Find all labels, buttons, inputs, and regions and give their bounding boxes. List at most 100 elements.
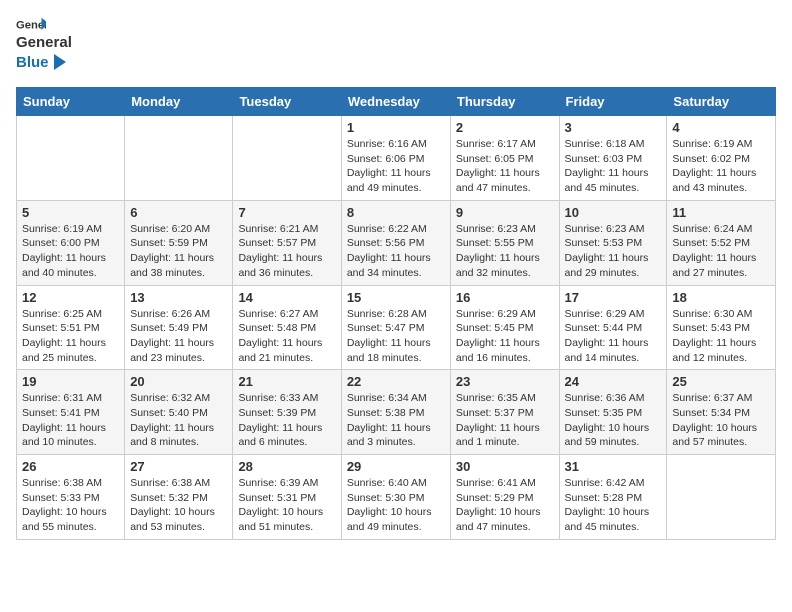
calendar-cell: 16 Sunrise: 6:29 AM Sunset: 5:45 PM Dayli… xyxy=(450,285,559,370)
calendar-cell: 19 Sunrise: 6:31 AM Sunset: 5:41 PM Dayli… xyxy=(17,370,125,455)
day-number: 5 xyxy=(22,205,119,220)
day-number: 27 xyxy=(130,459,227,474)
calendar-cell: 22 Sunrise: 6:34 AM Sunset: 5:38 PM Dayli… xyxy=(341,370,450,455)
day-number: 20 xyxy=(130,374,227,389)
day-info: Sunrise: 6:23 AM Sunset: 5:55 PM Dayligh… xyxy=(456,222,554,281)
day-info: Sunrise: 6:29 AM Sunset: 5:45 PM Dayligh… xyxy=(456,307,554,366)
weekday-header: Friday xyxy=(559,88,667,116)
day-number: 22 xyxy=(347,374,445,389)
calendar-cell: 23 Sunrise: 6:35 AM Sunset: 5:37 PM Dayli… xyxy=(450,370,559,455)
day-number: 8 xyxy=(347,205,445,220)
weekday-header: Sunday xyxy=(17,88,125,116)
day-number: 25 xyxy=(672,374,770,389)
day-info: Sunrise: 6:25 AM Sunset: 5:51 PM Dayligh… xyxy=(22,307,119,366)
day-info: Sunrise: 6:29 AM Sunset: 5:44 PM Dayligh… xyxy=(565,307,662,366)
calendar-cell xyxy=(233,116,341,201)
day-number: 3 xyxy=(565,120,662,135)
calendar-cell: 20Sunrise: 6:32 AM Sunset: 5:40 PM Dayli… xyxy=(125,370,233,455)
day-info: Sunrise: 6:31 AM Sunset: 5:41 PM Dayligh… xyxy=(22,391,119,450)
day-number: 23 xyxy=(456,374,554,389)
day-info: Sunrise: 6:42 AM Sunset: 5:28 PM Dayligh… xyxy=(565,476,662,535)
calendar-cell: 10 Sunrise: 6:23 AM Sunset: 5:53 PM Dayli… xyxy=(559,200,667,285)
day-number: 21 xyxy=(238,374,335,389)
calendar-cell: 13 Sunrise: 6:26 AM Sunset: 5:49 PM Dayli… xyxy=(125,285,233,370)
calendar-cell: 15 Sunrise: 6:28 AM Sunset: 5:47 PM Dayli… xyxy=(341,285,450,370)
calendar-week-row: 1 Sunrise: 6:16 AM Sunset: 6:06 PM Daylig… xyxy=(17,116,776,201)
day-info: Sunrise: 6:23 AM Sunset: 5:53 PM Dayligh… xyxy=(565,222,662,281)
calendar-cell xyxy=(125,116,233,201)
day-info: Sunrise: 6:34 AM Sunset: 5:38 PM Dayligh… xyxy=(347,391,445,450)
day-info: Sunrise: 6:41 AM Sunset: 5:29 PM Dayligh… xyxy=(456,476,554,535)
day-info: Sunrise: 6:35 AM Sunset: 5:37 PM Dayligh… xyxy=(456,391,554,450)
day-number: 1 xyxy=(347,120,445,135)
day-number: 29 xyxy=(347,459,445,474)
calendar-cell: 21 Sunrise: 6:33 AM Sunset: 5:39 PM Dayli… xyxy=(233,370,341,455)
svg-text:Blue: Blue xyxy=(16,54,49,71)
calendar-table: SundayMondayTuesdayWednesdayThursdayFrid… xyxy=(16,87,776,540)
day-info: Sunrise: 6:21 AM Sunset: 5:57 PM Dayligh… xyxy=(238,222,335,281)
day-info: Sunrise: 6:38 AM Sunset: 5:33 PM Dayligh… xyxy=(22,476,119,535)
calendar-cell xyxy=(17,116,125,201)
day-info: Sunrise: 6:22 AM Sunset: 5:56 PM Dayligh… xyxy=(347,222,445,281)
day-number: 19 xyxy=(22,374,119,389)
weekday-header: Tuesday xyxy=(233,88,341,116)
calendar-cell xyxy=(667,455,776,540)
day-info: Sunrise: 6:17 AM Sunset: 6:05 PM Dayligh… xyxy=(456,137,554,196)
day-number: 15 xyxy=(347,290,445,305)
day-number: 7 xyxy=(238,205,335,220)
day-number: 30 xyxy=(456,459,554,474)
day-number: 2 xyxy=(456,120,554,135)
day-number: 9 xyxy=(456,205,554,220)
calendar-cell: 11Sunrise: 6:24 AM Sunset: 5:52 PM Dayli… xyxy=(667,200,776,285)
calendar-cell: 17 Sunrise: 6:29 AM Sunset: 5:44 PM Dayli… xyxy=(559,285,667,370)
calendar-cell: 27 Sunrise: 6:38 AM Sunset: 5:32 PM Dayli… xyxy=(125,455,233,540)
page-header: General General Blue xyxy=(16,16,776,77)
day-number: 17 xyxy=(565,290,662,305)
day-number: 24 xyxy=(565,374,662,389)
day-info: Sunrise: 6:36 AM Sunset: 5:35 PM Dayligh… xyxy=(565,391,662,450)
day-number: 6 xyxy=(130,205,227,220)
calendar-cell: 30 Sunrise: 6:41 AM Sunset: 5:29 PM Dayli… xyxy=(450,455,559,540)
day-number: 28 xyxy=(238,459,335,474)
weekday-header: Thursday xyxy=(450,88,559,116)
calendar-cell: 5 Sunrise: 6:19 AM Sunset: 6:00 PM Daylig… xyxy=(17,200,125,285)
calendar-cell: 26Sunrise: 6:38 AM Sunset: 5:33 PM Dayli… xyxy=(17,455,125,540)
day-info: Sunrise: 6:19 AM Sunset: 6:00 PM Dayligh… xyxy=(22,222,119,281)
day-number: 14 xyxy=(238,290,335,305)
day-info: Sunrise: 6:26 AM Sunset: 5:49 PM Dayligh… xyxy=(130,307,227,366)
day-info: Sunrise: 6:33 AM Sunset: 5:39 PM Dayligh… xyxy=(238,391,335,450)
calendar-cell: 29 Sunrise: 6:40 AM Sunset: 5:30 PM Dayli… xyxy=(341,455,450,540)
day-number: 18 xyxy=(672,290,770,305)
day-info: Sunrise: 6:19 AM Sunset: 6:02 PM Dayligh… xyxy=(672,137,770,196)
calendar-cell: 3 Sunrise: 6:18 AM Sunset: 6:03 PM Daylig… xyxy=(559,116,667,201)
calendar-cell: 1 Sunrise: 6:16 AM Sunset: 6:06 PM Daylig… xyxy=(341,116,450,201)
day-number: 10 xyxy=(565,205,662,220)
calendar-week-row: 19 Sunrise: 6:31 AM Sunset: 5:41 PM Dayli… xyxy=(17,370,776,455)
day-info: Sunrise: 6:37 AM Sunset: 5:34 PM Dayligh… xyxy=(672,391,770,450)
weekday-header: Monday xyxy=(125,88,233,116)
day-info: Sunrise: 6:30 AM Sunset: 5:43 PM Dayligh… xyxy=(672,307,770,366)
calendar-cell: 24 Sunrise: 6:36 AM Sunset: 5:35 PM Dayli… xyxy=(559,370,667,455)
day-info: Sunrise: 6:28 AM Sunset: 5:47 PM Dayligh… xyxy=(347,307,445,366)
day-number: 11 xyxy=(672,205,770,220)
calendar-cell: 28Sunrise: 6:39 AM Sunset: 5:31 PM Dayli… xyxy=(233,455,341,540)
calendar-week-row: 12 Sunrise: 6:25 AM Sunset: 5:51 PM Dayli… xyxy=(17,285,776,370)
day-info: Sunrise: 6:38 AM Sunset: 5:32 PM Dayligh… xyxy=(130,476,227,535)
calendar-cell: 12 Sunrise: 6:25 AM Sunset: 5:51 PM Dayli… xyxy=(17,285,125,370)
day-number: 16 xyxy=(456,290,554,305)
calendar-cell: 9 Sunrise: 6:23 AM Sunset: 5:55 PM Daylig… xyxy=(450,200,559,285)
logo-blue-text: Blue xyxy=(16,54,66,72)
weekday-header: Wednesday xyxy=(341,88,450,116)
svg-text:General: General xyxy=(16,34,72,51)
day-info: Sunrise: 6:40 AM Sunset: 5:30 PM Dayligh… xyxy=(347,476,445,535)
day-number: 12 xyxy=(22,290,119,305)
day-info: Sunrise: 6:27 AM Sunset: 5:48 PM Dayligh… xyxy=(238,307,335,366)
calendar-cell: 4 Sunrise: 6:19 AM Sunset: 6:02 PM Daylig… xyxy=(667,116,776,201)
day-info: Sunrise: 6:16 AM Sunset: 6:06 PM Dayligh… xyxy=(347,137,445,196)
day-number: 4 xyxy=(672,120,770,135)
day-number: 13 xyxy=(130,290,227,305)
day-info: Sunrise: 6:18 AM Sunset: 6:03 PM Dayligh… xyxy=(565,137,662,196)
day-number: 31 xyxy=(565,459,662,474)
logo-text: General xyxy=(16,32,86,54)
weekday-header-row: SundayMondayTuesdayWednesdayThursdayFrid… xyxy=(17,88,776,116)
